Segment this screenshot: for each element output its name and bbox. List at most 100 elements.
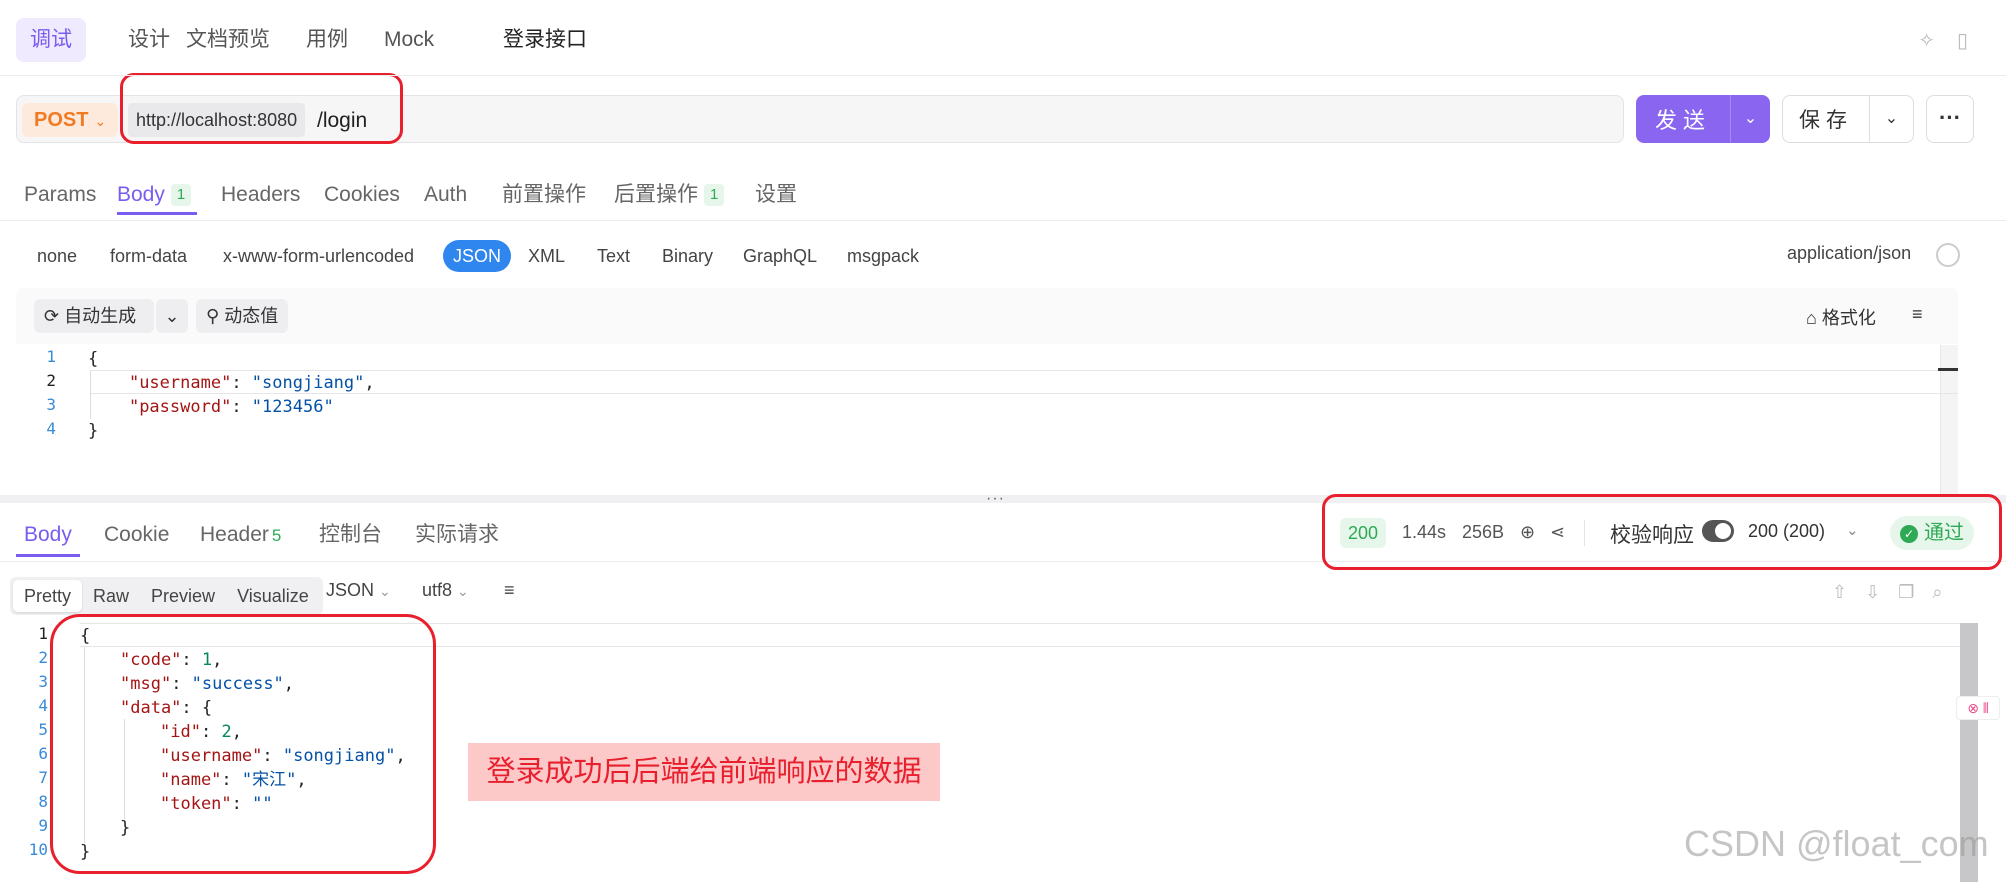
line-number: 4	[46, 419, 56, 438]
more-button[interactable]: ···	[1926, 95, 1974, 143]
panel-toggle-icon[interactable]: ▯	[1957, 28, 1968, 53]
line-number: 10	[28, 840, 48, 859]
header-count: 5	[271, 526, 282, 545]
view-pretty[interactable]: Pretty	[13, 580, 83, 612]
body-type-binary[interactable]: Binary	[652, 240, 723, 272]
tab-post-ops[interactable]: 后置操作 1	[614, 175, 725, 215]
view-raw[interactable]: Raw	[82, 580, 140, 612]
tab-test-cases[interactable]: 用例	[292, 18, 362, 62]
code-line: }	[88, 421, 99, 441]
encoding-select[interactable]: utf8 ⌄	[422, 580, 469, 601]
side-tools-icon[interactable]: ⊗ ⫴	[1956, 696, 2000, 720]
highlight-response-body	[50, 614, 436, 874]
tab-body-label: Body	[117, 183, 165, 206]
tab-params[interactable]: Params	[24, 175, 96, 215]
resp-tab-cookie[interactable]: Cookie	[104, 513, 169, 557]
editor-toolbar	[16, 288, 1958, 344]
top-right-icons: ✧ ▯	[1918, 28, 1968, 53]
wrap-lines-icon[interactable]: ≡	[1912, 304, 1923, 325]
content-type-label: application/json	[1787, 243, 1912, 263]
json-key: "username"	[128, 373, 232, 393]
resp-tab-console[interactable]: 控制台	[319, 513, 382, 557]
code-line: {	[88, 349, 99, 369]
auto-generate-dropdown[interactable]: ⌄	[156, 299, 188, 333]
line-number: 9	[38, 816, 48, 835]
tab-cookies[interactable]: Cookies	[324, 175, 400, 215]
line-number: 1	[38, 624, 48, 643]
view-preview[interactable]: Preview	[140, 580, 226, 612]
save-button[interactable]: 保存 ⌄	[1782, 95, 1914, 143]
resp-tab-body[interactable]: Body	[16, 513, 80, 557]
post-count-badge: 1	[704, 184, 725, 207]
response-actions: ⇧ ⇩ ❐ ⌕	[1832, 582, 1942, 603]
line-number: 7	[38, 768, 48, 787]
resp-tab-header[interactable]: Header 5	[200, 513, 281, 557]
tab-doc-preview[interactable]: 文档预览	[172, 18, 284, 62]
broom-icon: ⌂	[1806, 308, 1817, 328]
encoding-select-value: utf8	[422, 580, 453, 600]
line-number: 2	[46, 371, 56, 390]
json-key: "password"	[128, 397, 232, 417]
scroll-marker	[1938, 368, 1958, 371]
chevron-down-icon[interactable]: ⌄	[1730, 95, 1770, 143]
search-icon[interactable]: ⌕	[1932, 582, 1942, 603]
body-type-msgpack[interactable]: msgpack	[837, 240, 929, 272]
resp-tab-header-label: Header	[200, 523, 269, 546]
tab-mock[interactable]: Mock	[370, 18, 448, 62]
resp-tab-actual-request[interactable]: 实际请求	[415, 513, 499, 557]
line-number: 8	[38, 792, 48, 811]
auto-generate-label: 自动生成	[64, 306, 137, 326]
tab-post-ops-label: 后置操作	[614, 183, 698, 206]
format-button[interactable]: ⌂ 格式化	[1806, 304, 1876, 330]
dynamic-value-label: 动态值	[224, 306, 279, 326]
body-type-xml[interactable]: XML	[518, 240, 575, 272]
view-visualize[interactable]: Visualize	[226, 580, 320, 612]
body-type-urlencoded[interactable]: x-www-form-urlencoded	[213, 240, 424, 272]
send-button[interactable]: 发送 ⌄	[1636, 95, 1770, 143]
download-icon[interactable]: ⇩	[1865, 582, 1880, 603]
body-type-form-data[interactable]: form-data	[100, 240, 197, 272]
json-value: "songjiang"	[251, 373, 365, 393]
code-line: "password": "123456"	[128, 397, 334, 417]
body-type-text[interactable]: Text	[587, 240, 640, 272]
upload-icon[interactable]: ⇧	[1832, 582, 1847, 603]
line-number: 3	[38, 672, 48, 691]
format-select[interactable]: JSON ⌄	[326, 580, 391, 601]
wrap-lines-icon[interactable]: ≡	[504, 580, 515, 601]
auto-generate-button[interactable]: ⟳ 自动生成	[34, 299, 154, 333]
highlight-url	[120, 73, 403, 144]
dynamic-value-button[interactable]: ⚲ 动态值	[196, 299, 289, 333]
content-type-checkbox[interactable]	[1936, 243, 1960, 267]
copy-icon[interactable]: ❐	[1898, 582, 1914, 603]
highlight-status	[1322, 494, 2002, 570]
line-number: 4	[38, 696, 48, 715]
code-line: "username": "songjiang",	[128, 373, 375, 393]
body-type-json[interactable]: JSON	[443, 240, 512, 272]
magic-wand-icon: ⚲	[206, 306, 220, 326]
chevron-down-icon[interactable]: ⌄	[1869, 95, 1913, 143]
annotation-label: 登录成功后后端给前端响应的数据	[468, 743, 940, 801]
method-select[interactable]: POST ⌄	[22, 103, 119, 137]
format-select-value: JSON	[326, 580, 375, 600]
body-type-none[interactable]: none	[27, 240, 87, 272]
body-type-graphql[interactable]: GraphQL	[733, 240, 827, 272]
drag-handle-icon[interactable]: ···	[986, 490, 1005, 508]
indent-guide	[90, 371, 91, 419]
line-number: 3	[46, 395, 56, 414]
tab-headers[interactable]: Headers	[221, 175, 300, 215]
tab-pre-ops[interactable]: 前置操作	[502, 175, 586, 215]
chevron-down-icon: ⌄	[379, 583, 391, 599]
tab-settings[interactable]: 设置	[755, 175, 797, 215]
chevron-down-icon: ⌄	[94, 113, 107, 129]
tab-debug[interactable]: 调试	[16, 18, 86, 62]
body-count-badge: 1	[170, 184, 192, 207]
line-number: 5	[38, 720, 48, 739]
view-mode-group: Pretty Raw Preview Visualize	[10, 577, 323, 615]
tab-body[interactable]: Body 1	[117, 175, 198, 215]
line-number: 6	[38, 744, 48, 763]
refresh-icon: ⟳	[44, 306, 60, 326]
request-body-editor[interactable]	[16, 345, 1958, 495]
tab-auth[interactable]: Auth	[424, 175, 467, 215]
chevron-down-icon: ⌄	[164, 306, 180, 326]
sparkle-icon[interactable]: ✧	[1918, 28, 1935, 53]
